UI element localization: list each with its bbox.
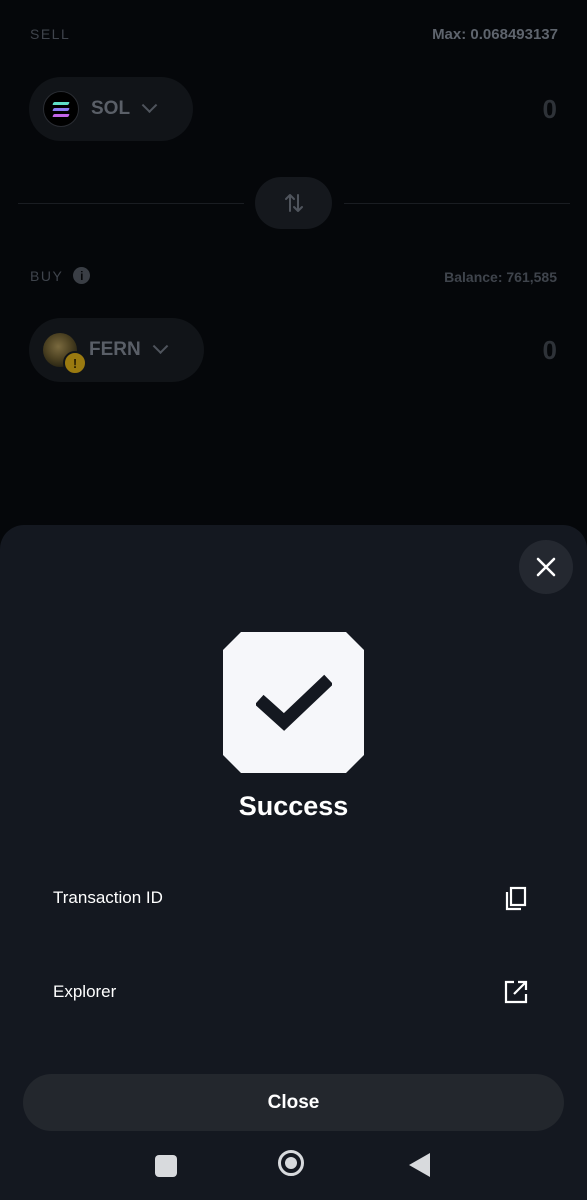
home-icon[interactable]	[278, 1150, 304, 1176]
external-link-icon[interactable]	[503, 979, 529, 1005]
sell-token-symbol: SOL	[91, 98, 131, 119]
sell-amount-input[interactable]: 0	[543, 94, 557, 125]
success-title: Success	[238, 791, 349, 821]
warning-icon: !	[63, 351, 87, 375]
buy-token-selector[interactable]: ! FERN	[29, 318, 204, 382]
balance-label: Balance: 761,585	[444, 269, 557, 285]
fern-token-logo: !	[43, 333, 87, 375]
copy-icon[interactable]	[503, 885, 529, 911]
transaction-id-label: Transaction ID	[53, 888, 163, 907]
sell-token-selector[interactable]: SOL	[29, 77, 193, 141]
chevron-down-icon	[152, 337, 169, 354]
success-badge	[223, 632, 364, 773]
buy-amount-input[interactable]: 0	[543, 335, 557, 366]
buy-token-symbol: FERN	[89, 339, 141, 360]
system-navigation-bar	[0, 1130, 587, 1200]
transaction-id-row[interactable]: Transaction ID	[0, 868, 587, 928]
back-icon[interactable]	[409, 1153, 430, 1177]
buy-label-text: BUY	[30, 267, 64, 284]
checkmark-icon	[255, 674, 332, 731]
explorer-row[interactable]: Explorer	[0, 962, 587, 1022]
chevron-down-icon	[141, 96, 158, 113]
close-icon	[536, 557, 556, 577]
close-button[interactable]: Close	[23, 1074, 564, 1131]
explorer-label: Explorer	[53, 982, 117, 1001]
close-sheet-button[interactable]	[519, 540, 573, 594]
screen: SELL Max: 0.068493137 SOL 0 BUY i Balanc…	[0, 0, 587, 1200]
solana-logo-icon	[43, 91, 79, 127]
divider	[18, 203, 244, 204]
info-icon[interactable]: i	[73, 267, 91, 284]
sell-label: SELL	[30, 26, 71, 42]
max-balance-label[interactable]: Max: 0.068493137	[432, 26, 558, 43]
divider	[344, 203, 570, 204]
success-sheet: Success Transaction ID Explorer Close	[0, 525, 587, 1200]
swap-arrows-icon	[284, 194, 303, 212]
recent-apps-icon[interactable]	[155, 1155, 177, 1177]
buy-label: BUY i	[30, 267, 91, 284]
swap-direction-button[interactable]	[255, 177, 332, 229]
swap-form: SELL Max: 0.068493137 SOL 0 BUY i Balanc…	[0, 0, 587, 525]
